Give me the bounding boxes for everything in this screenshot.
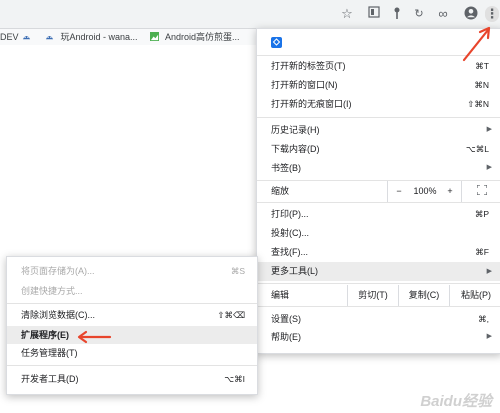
menu-item-shortcut: ⇧⌘⌫	[217, 310, 245, 320]
submenu-item-create-shortcut: 创建快捷方式...	[7, 283, 257, 299]
cut-button[interactable]: 剪切(T)	[347, 285, 398, 306]
bookmark-item[interactable]: 玩Android - wana...	[45, 31, 138, 43]
menu-item-label: 查找(F)...	[271, 247, 308, 257]
menu-item-label: 扩展程序(E)	[21, 330, 69, 340]
menu-item-history[interactable]: 历史记录(H) ▶	[257, 122, 500, 138]
menu-item-label: 打印(P)...	[271, 209, 309, 219]
bookmark-item[interactable]: Android高仿煎蛋...	[150, 31, 240, 43]
bookmark-item[interactable]: DEV	[0, 31, 19, 43]
menu-item-shortcut: ⌘,	[478, 314, 489, 324]
menu-item-label: 设置(S)	[271, 314, 301, 324]
zoom-label: 缩放	[271, 186, 290, 196]
menu-item-new-incognito[interactable]: 打开新的无痕窗口(I) ⇧⌘N	[257, 96, 500, 112]
bookmark-list-icon[interactable]	[366, 6, 382, 22]
menu-item-label: 书签(B)	[271, 163, 301, 173]
menu-item-find[interactable]: 查找(F)... ⌘F	[257, 244, 500, 260]
submenu-item-clear-data[interactable]: 清除浏览数据(C)... ⇧⌘⌫	[7, 307, 257, 323]
infinity-icon[interactable]: ∞	[435, 6, 451, 22]
zoom-in-button[interactable]: +	[440, 181, 460, 202]
menu-item-bookmarks[interactable]: 书签(B) ▶	[257, 160, 500, 176]
menu-divider	[257, 202, 500, 203]
menu-item-label: 打开新的窗口(N)	[271, 80, 338, 90]
menu-item-label: 任务管理器(T)	[21, 348, 78, 358]
menu-item-label: 清除浏览数据(C)...	[21, 310, 95, 320]
android-icon	[45, 36, 54, 40]
watermark: Baidu经验	[420, 393, 492, 410]
menu-item-label: 创建快捷方式...	[21, 286, 83, 296]
zoom-row: 缩放 − 100% +	[257, 181, 500, 202]
bookmark-label: Android高仿煎蛋...	[165, 32, 240, 42]
account-icon[interactable]	[463, 6, 479, 22]
more-tools-submenu: 将页面存储为(A)... ⌘S 创建快捷方式... 清除浏览数据(C)... ⇧⌘⌫…	[6, 256, 258, 395]
menu-item-print[interactable]: 打印(P)... ⌘P	[257, 206, 500, 222]
menu-divider	[7, 303, 257, 304]
annotation-arrow-icon	[77, 330, 112, 344]
menu-item-downloads[interactable]: 下载内容(D) ⌥⌘L	[257, 141, 500, 157]
extension-icon[interactable]	[271, 37, 282, 48]
menu-item-shortcut: ⌘P	[474, 209, 489, 219]
submenu-item-task-manager[interactable]: 任务管理器(T)	[7, 345, 257, 361]
menu-item-label: 打开新的标签页(T)	[271, 61, 346, 71]
android-icon	[22, 36, 31, 40]
bookmark-label: 玩Android - wana...	[60, 32, 138, 42]
plugin-icon[interactable]	[389, 6, 405, 22]
menu-item-shortcut: ⌘S	[230, 266, 245, 276]
menu-item-shortcut: ⌘F	[475, 247, 489, 257]
menu-item-help[interactable]: 帮助(E) ▶	[257, 329, 500, 345]
zoom-out-button[interactable]: −	[387, 181, 410, 202]
menu-item-label: 帮助(E)	[271, 332, 301, 342]
chevron-right-icon: ▶	[486, 268, 492, 275]
submenu-item-extensions[interactable]: 扩展程序(E)	[7, 326, 257, 344]
menu-item-cast[interactable]: 投射(C)...	[257, 225, 500, 241]
menu-item-label: 将页面存储为(A)...	[21, 266, 95, 276]
menu-item-label: 历史记录(H)	[271, 125, 320, 135]
chevron-right-icon: ▶	[486, 126, 492, 133]
menu-item-label: 更多工具(L)	[271, 266, 318, 276]
reload-icon[interactable]: ↻	[411, 6, 427, 22]
annotation-arrow-icon	[462, 26, 491, 62]
menu-item-settings[interactable]: 设置(S) ⌘,	[257, 311, 500, 327]
menu-divider	[257, 306, 500, 307]
submenu-item-devtools[interactable]: 开发者工具(D) ⌥⌘I	[7, 371, 257, 387]
bookmark-item[interactable]	[22, 31, 35, 43]
menu-divider	[257, 117, 500, 118]
menu-item-label: 下载内容(D)	[271, 144, 320, 154]
menu-item-shortcut: ⇧⌘N	[467, 99, 489, 109]
menu-divider	[7, 365, 257, 366]
more-vert-icon[interactable]: ⋮	[485, 6, 499, 22]
menu-item-shortcut: ⌥⌘L	[465, 144, 489, 154]
copy-button[interactable]: 复制(C)	[398, 285, 449, 306]
submenu-item-save-page: 将页面存储为(A)... ⌘S	[7, 263, 257, 279]
edit-row: 编辑 剪切(T) 复制(C) 粘贴(P)	[257, 285, 500, 306]
chevron-right-icon: ▶	[486, 333, 492, 340]
fullscreen-icon[interactable]	[461, 181, 500, 202]
menu-item-shortcut: ⌥⌘I	[224, 374, 245, 384]
zoom-level: 100%	[413, 186, 437, 196]
image-icon	[150, 32, 159, 41]
edit-label: 编辑	[271, 290, 290, 300]
menu-item-label: 开发者工具(D)	[21, 374, 79, 384]
menu-item-label: 投射(C)...	[271, 228, 309, 238]
paste-button[interactable]: 粘贴(P)	[449, 285, 500, 306]
menu-item-more-tools[interactable]: 更多工具(L) ▶	[257, 262, 500, 281]
browser-toolbar: ☆ ↻ ∞ ⋮	[0, 0, 500, 29]
bookmark-label: DEV	[0, 32, 19, 42]
chevron-right-icon: ▶	[486, 164, 492, 171]
chrome-main-menu: 打开新的标签页(T) ⌘T 打开新的窗口(N) ⌘N 打开新的无痕窗口(I) ⇧⌘N …	[256, 28, 500, 354]
menu-item-label: 打开新的无痕窗口(I)	[271, 99, 352, 109]
menu-item-new-window[interactable]: 打开新的窗口(N) ⌘N	[257, 77, 500, 93]
star-icon[interactable]: ☆	[339, 6, 355, 22]
menu-divider	[257, 283, 500, 284]
menu-item-shortcut: ⌘N	[474, 80, 489, 90]
